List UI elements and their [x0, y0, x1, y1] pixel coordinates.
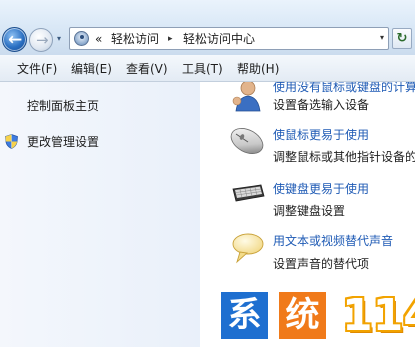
item-desc-mouse[interactable]: 调整鼠标或其他指针设备的	[273, 150, 415, 165]
menu-bar: 文件(F) 编辑(E) 查看(V) 工具(T) 帮助(H)	[0, 55, 415, 82]
control-panel-home-link[interactable]: 控制面板主页	[27, 98, 99, 114]
menu-file[interactable]: 文件(F)	[17, 61, 57, 77]
item-desc-sound-alternatives[interactable]: 设置声音的替代项	[273, 257, 369, 272]
address-toolbar: ← → ▾ « 轻松访问 ▸ 轻松访问中心 ▾ ↻	[0, 0, 415, 55]
back-arrow-icon: ←	[8, 30, 23, 50]
breadcrumb-ease-of-access-center[interactable]: 轻松访问中心	[183, 31, 255, 47]
address-bar[interactable]: « 轻松访问 ▸ 轻松访问中心 ▾	[69, 27, 389, 50]
item-title-alternative-input[interactable]: 使用没有鼠标或键盘的计算	[273, 82, 415, 95]
menu-help[interactable]: 帮助(H)	[237, 61, 279, 77]
watermark-logo-number: 114	[342, 290, 415, 341]
speech-bubble-icon	[232, 233, 264, 264]
control-panel-icon	[74, 31, 89, 46]
mouse-icon	[230, 128, 264, 154]
breadcrumb-chevron-icon[interactable]: ▸	[168, 31, 173, 47]
recent-pages-dropdown[interactable]: ▾	[57, 34, 67, 44]
forward-arrow-icon: →	[36, 31, 49, 49]
item-title-keyboard[interactable]: 使键盘更易于使用	[273, 182, 369, 197]
breadcrumb-ease-of-access[interactable]: 轻松访问	[111, 31, 159, 47]
menu-view[interactable]: 查看(V)	[126, 61, 168, 77]
refresh-button[interactable]: ↻	[392, 28, 412, 49]
menu-edit[interactable]: 编辑(E)	[71, 61, 112, 77]
change-admin-settings-link[interactable]: 更改管理设置	[27, 134, 99, 150]
back-button[interactable]: ←	[2, 27, 27, 52]
menu-tools[interactable]: 工具(T)	[182, 61, 223, 77]
uac-shield-icon	[5, 134, 18, 149]
keyboard-icon	[232, 184, 265, 202]
breadcrumb-overflow[interactable]: «	[95, 31, 102, 47]
item-desc-alternative-input[interactable]: 设置备选输入设备	[273, 98, 369, 113]
address-dropdown-icon[interactable]: ▾	[380, 33, 384, 42]
forward-button[interactable]: →	[29, 28, 53, 52]
task-pane	[0, 82, 200, 347]
item-title-sound-alternatives[interactable]: 用文本或视频替代声音	[273, 234, 393, 249]
item-title-mouse[interactable]: 使鼠标更易于使用	[273, 128, 369, 143]
item-desc-keyboard[interactable]: 调整键盘设置	[273, 204, 345, 219]
watermark-logo-tile-1: 系	[221, 292, 268, 339]
watermark-logo-tile-2: 统	[279, 292, 326, 339]
person-icon	[232, 82, 261, 112]
